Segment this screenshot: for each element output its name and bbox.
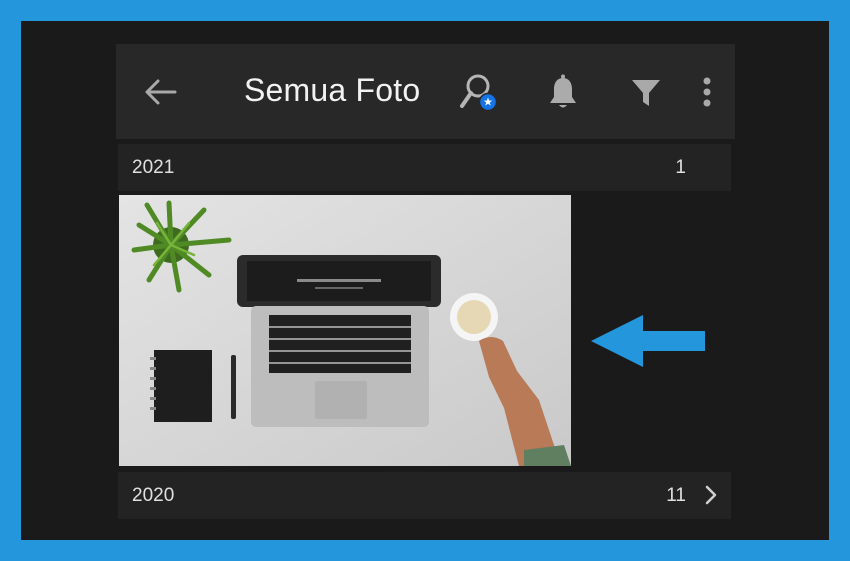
app-header: Semua Foto	[116, 44, 735, 139]
notebook-image	[150, 350, 212, 422]
photo-count: 11	[666, 485, 686, 506]
photo-count: 1	[675, 157, 686, 178]
laptop-image	[237, 255, 441, 427]
year-label: 2020	[132, 485, 175, 506]
page-title: Semua Foto	[244, 72, 421, 108]
more-vertical-icon[interactable]	[687, 72, 727, 112]
year-section-header[interactable]: 2020 11	[118, 472, 731, 519]
year-label: 2021	[132, 157, 175, 178]
annotation-arrow	[591, 315, 705, 367]
app-frame: Semua Foto 2021 1 2020 11	[21, 21, 829, 540]
photo-thumbnail[interactable]	[119, 195, 571, 466]
search-person-star-icon[interactable]	[459, 72, 499, 112]
bell-icon[interactable]	[543, 72, 583, 112]
pen-image	[231, 355, 236, 419]
laptop-desk-photo	[119, 195, 571, 466]
coffee-cup-image	[450, 293, 498, 341]
year-section-header[interactable]: 2021 1	[118, 144, 731, 191]
filter-icon[interactable]	[626, 72, 666, 112]
chevron-right-icon[interactable]	[703, 483, 719, 507]
back-arrow-icon[interactable]	[141, 74, 181, 110]
